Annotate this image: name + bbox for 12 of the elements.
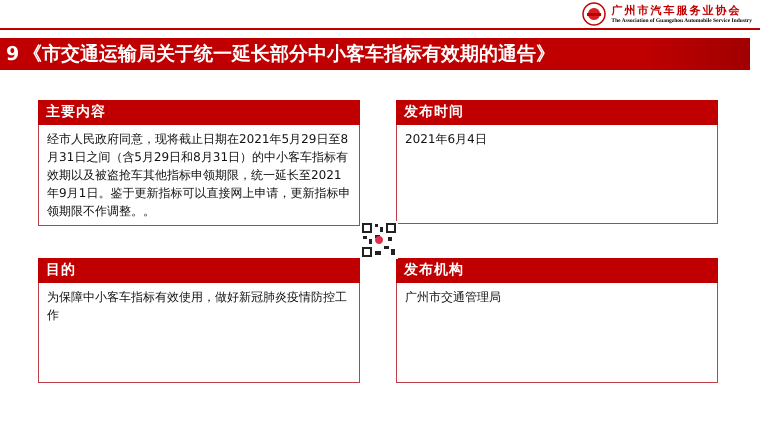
card-text: 为保障中小客车指标有效使用，做好新冠肺炎疫情防控工作: [47, 290, 347, 322]
emblem-icon: [582, 2, 606, 26]
card-text: 广州市交通管理局: [405, 290, 501, 304]
section-number: 9: [6, 43, 20, 65]
org-name: 广州市汽车服务业协会: [611, 4, 742, 16]
card-text: 2021年6月4日: [405, 132, 487, 146]
card-heading: 发布时间: [396, 100, 718, 125]
card-heading: 主要内容: [38, 100, 360, 125]
card-text: 经市人民政府同意，现将截止日期在2021年5月29日至8月31日之间（含5月29日和8月31日）的中小客车指标有效期以及被盗抢车其他指标申领期限，统一延长至2021年9月1日。鉴于更新指标可以直接网上申请，更新指标申领期限不作调整。。: [47, 132, 350, 218]
card-heading: 目的: [38, 258, 360, 283]
card-heading: 发布机构: [396, 258, 718, 283]
slide-title: 《市交通运输局关于统一延长部分中小客车指标有效期的通告》: [23, 42, 556, 67]
